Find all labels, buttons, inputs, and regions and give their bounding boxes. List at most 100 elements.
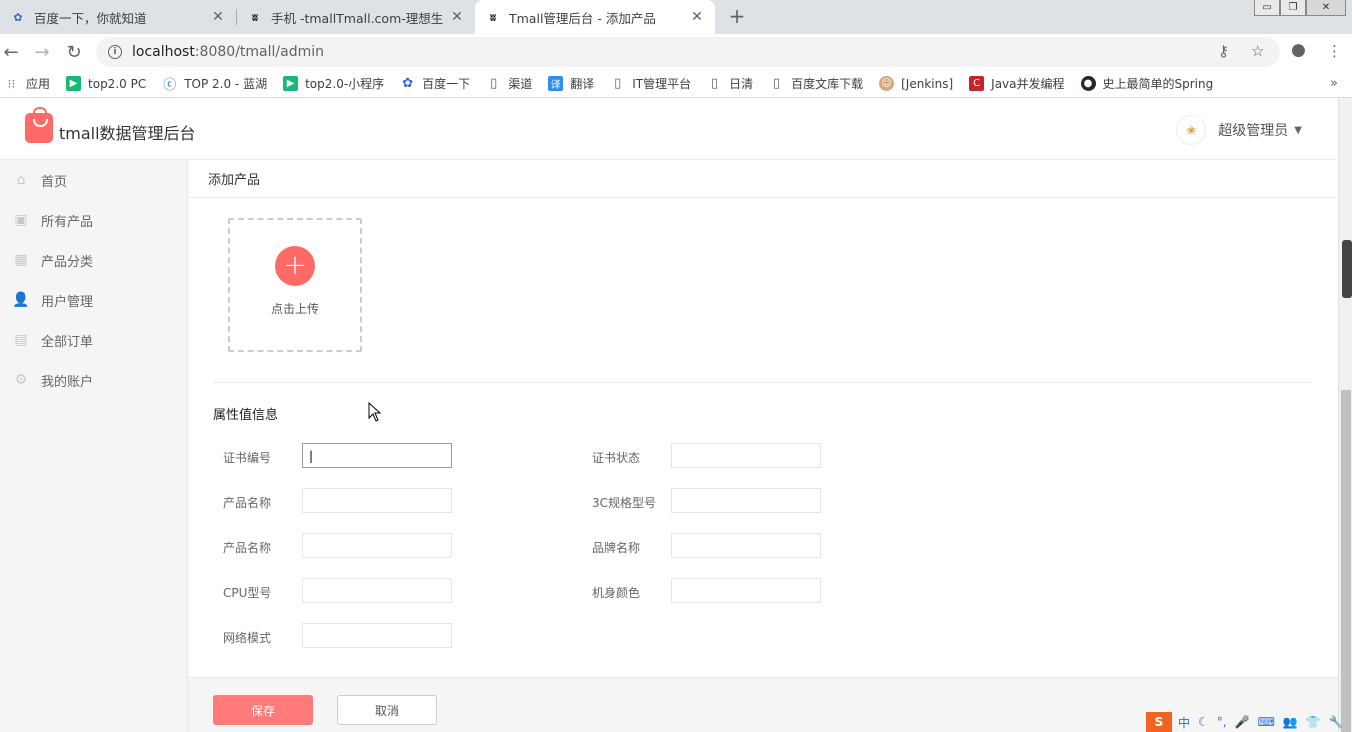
back-arrow-icon[interactable]: ←: [0, 41, 22, 63]
brand-name-input[interactable]: [671, 533, 821, 558]
sogou-logo-icon[interactable]: S: [1146, 712, 1172, 732]
app-header: tmall数据管理后台 ❀ 超级管理员 ▼: [0, 98, 1338, 160]
bookmark-it-platform[interactable]: ▯ IT管理平台: [610, 75, 691, 92]
shirt-icon[interactable]: 👕: [1306, 715, 1321, 729]
tab-title: 百度一下，你就知道: [34, 10, 147, 26]
close-icon[interactable]: ✕: [689, 9, 705, 25]
sidebar-item-home[interactable]: ⌂ 首页: [0, 160, 187, 200]
jenkins-icon: ☺: [879, 76, 895, 91]
bookmark-label: 翻译: [570, 77, 595, 91]
wrench-icon[interactable]: 🔧: [1329, 715, 1344, 729]
sidebar-item-account[interactable]: ⚙ 我的账户: [0, 360, 187, 400]
sidebar-item-products[interactable]: ▣ 所有产品: [0, 200, 187, 240]
bookmark-wenku[interactable]: ▯ 百度文库下载: [769, 75, 863, 92]
browser-tab-strip: ✿ 百度一下，你就知道 ✕ ʬ 手机 -tmallTmall.com-理想生活 …: [0, 0, 1352, 34]
key-icon[interactable]: ⚷: [1218, 42, 1229, 60]
bookmark-label: TOP 2.0 - 蓝湖: [184, 77, 268, 91]
profile-icon[interactable]: ●: [1291, 40, 1306, 60]
sidebar-item-orders[interactable]: ▤ 全部订单: [0, 320, 187, 360]
scrollbar-thumb[interactable]: [1341, 390, 1351, 732]
person-icon[interactable]: 👥: [1283, 715, 1298, 729]
tmall-cat-icon: ʬ: [489, 10, 497, 24]
product-name-input[interactable]: [302, 488, 452, 513]
field-label-cert-number: 证书编号: [223, 451, 272, 465]
restore-button[interactable]: ❐: [1280, 0, 1306, 16]
page-scrollbar[interactable]: [1338, 98, 1352, 732]
new-tab-button[interactable]: +: [726, 4, 748, 28]
bookmark-apps[interactable]: ⁝⁝ 应用: [4, 75, 50, 92]
bookmark-baidu[interactable]: ✿ 百度一下: [400, 75, 470, 92]
field-label-product-name-2: 产品名称: [223, 541, 272, 555]
browser-toolbar: ← → ↻ i localhost:8080/tmall/admin ⚷ ☆ ●…: [0, 34, 1352, 70]
sidebar: ⌂ 首页 ▣ 所有产品 ▦ 产品分类 👤 用户管理 ▤ 全部订单 ⚙ 我的账户: [0, 160, 188, 732]
cert-number-input[interactable]: [302, 443, 452, 468]
tab-title: Tmall管理后台 - 添加产品: [509, 10, 656, 26]
close-icon[interactable]: ✕: [210, 9, 226, 25]
bookmark-riqing[interactable]: ▯ 日清: [707, 75, 753, 92]
bookmark-label: top2.0-小程序: [305, 77, 385, 91]
save-button[interactable]: 保存: [213, 695, 313, 725]
body-color-input[interactable]: [671, 578, 821, 603]
info-icon[interactable]: i: [108, 45, 122, 59]
bookmark-label: Java并发编程: [991, 77, 1065, 91]
bookmark-java[interactable]: C Java并发编程: [969, 75, 1065, 92]
bookmark-channel[interactable]: ▯ 渠道: [486, 75, 532, 92]
bookmarks-bar: ⁝⁝ 应用 ▶ top2.0 PC ⓒ TOP 2.0 - 蓝湖 ▶ top2.…: [0, 70, 1352, 98]
cert-status-input[interactable]: [671, 443, 821, 468]
product-name-2-input[interactable]: [302, 533, 452, 558]
close-icon[interactable]: ✕: [449, 9, 465, 25]
network-mode-input[interactable]: [302, 623, 452, 648]
sidebar-item-categories[interactable]: ▦ 产品分类: [0, 240, 187, 280]
user-menu[interactable]: ❀ 超级管理员 ▼: [1176, 115, 1302, 145]
bookmark-jenkins[interactable]: ☺ [Jenkins]: [879, 76, 953, 91]
minimize-button[interactable]: ▭: [1254, 0, 1280, 16]
user-icon: 👤: [12, 292, 30, 308]
keyboard-icon[interactable]: ⌨: [1258, 715, 1275, 729]
bookmark-top20-pc[interactable]: ▶ top2.0 PC: [66, 76, 146, 91]
browser-tab-tmall-admin[interactable]: ʬ Tmall管理后台 - 添加产品 ✕: [475, 0, 715, 34]
shopping-bag-logo-icon: [25, 107, 53, 143]
field-label-3c-model: 3C规格型号: [592, 496, 657, 510]
field-label-product-name: 产品名称: [223, 496, 272, 510]
ime-language[interactable]: 中: [1178, 714, 1190, 731]
sidebar-item-users[interactable]: 👤 用户管理: [0, 280, 187, 320]
github-icon: ●: [1080, 76, 1096, 91]
bookmark-spring[interactable]: ● 史上最简单的Spring: [1080, 75, 1214, 92]
bookmark-label: 史上最简单的Spring: [1102, 77, 1214, 91]
page-icon: ▯: [773, 76, 781, 91]
app-title: tmall数据管理后台: [59, 124, 196, 143]
bookmarks-more-icon[interactable]: »: [1330, 76, 1338, 91]
play-icon: ▶: [283, 76, 299, 91]
ime-toolbar: S 中 ☾ °, 🎤 ⌨ 👥 👕 🔧: [1146, 712, 1352, 732]
cancel-button[interactable]: 取消: [337, 695, 437, 725]
bookmark-miniprogram[interactable]: ▶ top2.0-小程序: [283, 75, 384, 92]
bookmark-translate[interactable]: 译 翻译: [548, 75, 594, 92]
bookmark-lanhu[interactable]: ⓒ TOP 2.0 - 蓝湖: [162, 75, 268, 93]
plus-icon[interactable]: +: [275, 246, 315, 286]
star-icon[interactable]: ☆: [1251, 42, 1264, 60]
cpu-model-input[interactable]: [302, 578, 452, 603]
3c-model-input[interactable]: [671, 488, 821, 513]
reload-icon[interactable]: ↻: [63, 41, 85, 63]
sidebar-item-label: 全部订单: [41, 334, 94, 350]
lanhu-icon: ⓒ: [163, 78, 177, 93]
moon-icon[interactable]: ☾: [1198, 715, 1209, 729]
window-close-button[interactable]: ✕: [1306, 0, 1346, 16]
punctuation-icon[interactable]: °,: [1217, 715, 1227, 729]
caret-down-icon: ▼: [1294, 124, 1302, 136]
bookmark-label: 百度一下: [422, 77, 471, 91]
menu-kebab-icon[interactable]: ⋮: [1327, 42, 1342, 60]
address-bar[interactable]: i localhost:8080/tmall/admin: [96, 37, 1280, 67]
image-upload-area[interactable]: + 点击上传: [228, 218, 362, 352]
main-content: 添加产品 + 点击上传 属性值信息 证书编号 产品名称 产品名称 CPU型号 网…: [188, 160, 1338, 732]
sidebar-item-label: 我的账户: [41, 374, 94, 390]
url-text: localhost:8080/tmall/admin: [132, 44, 324, 60]
field-label-network-mode: 网络模式: [223, 631, 272, 645]
bookmark-label: top2.0 PC: [88, 76, 147, 91]
field-label-brand-name: 品牌名称: [592, 541, 641, 555]
forward-arrow-icon[interactable]: →: [31, 41, 53, 63]
bookmark-label: 渠道: [508, 77, 533, 91]
browser-tab-baidu[interactable]: ✿ 百度一下，你就知道 ✕: [0, 0, 236, 34]
microphone-icon[interactable]: 🎤: [1235, 715, 1250, 729]
browser-tab-tmall-phone[interactable]: ʬ 手机 -tmallTmall.com-理想生活 ✕: [237, 0, 475, 34]
